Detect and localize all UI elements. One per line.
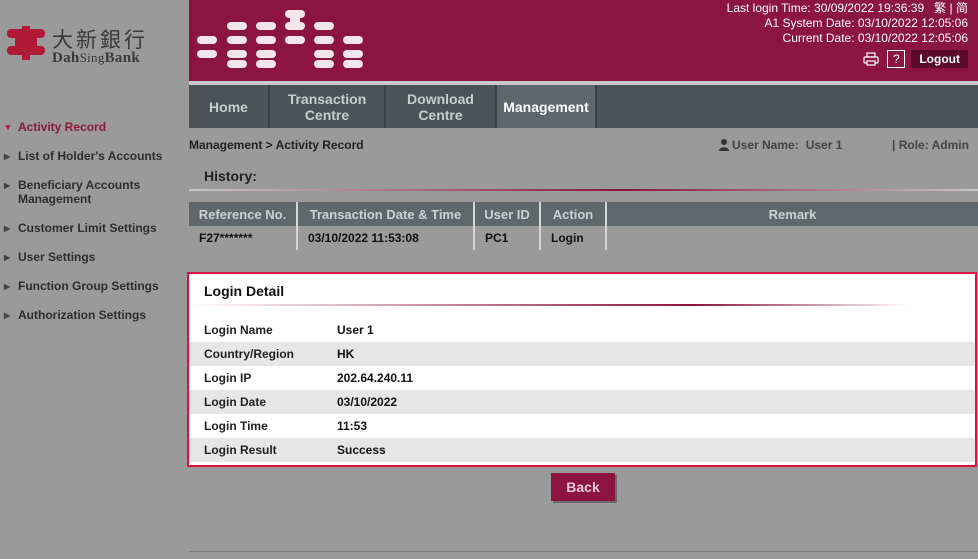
sidebar-item-label: User Settings bbox=[18, 250, 96, 264]
triangle-right-icon: ▶ bbox=[4, 181, 11, 190]
column-header: User ID bbox=[475, 202, 541, 226]
detail-value: User 1 bbox=[337, 323, 374, 337]
dahsing-bank-logo[interactable]: 大新銀行 DahSingBank bbox=[4, 24, 164, 66]
detail-label: Login IP bbox=[204, 371, 252, 385]
detail-label: Login Date bbox=[204, 395, 266, 409]
current-date: Current Date: 03/10/2022 12:05:06 bbox=[782, 31, 968, 45]
print-button[interactable] bbox=[861, 50, 881, 68]
tab-management[interactable]: Management bbox=[497, 85, 597, 128]
sidebar: 大新銀行 DahSingBank ▼ Activity Record ▶ Lis… bbox=[0, 0, 189, 559]
header-banner: Last login Time: 30/09/2022 19:36:39 繁 |… bbox=[189, 0, 978, 81]
column-header: Action bbox=[541, 202, 607, 226]
logout-button[interactable]: Logout bbox=[911, 50, 968, 68]
detail-value: Success bbox=[337, 443, 386, 457]
user-name-label: User Name: bbox=[732, 138, 799, 152]
sidebar-item-function-group[interactable]: ▶ Function Group Settings bbox=[0, 279, 189, 293]
header-tools: ? Logout bbox=[861, 50, 968, 68]
decorative-pattern-icon bbox=[197, 10, 363, 68]
detail-row-login-time: Login Time 11:53 bbox=[189, 414, 975, 438]
user-id-cell: PC1 bbox=[475, 226, 541, 250]
user-name-value: User 1 bbox=[805, 138, 843, 152]
detail-label: Login Result bbox=[204, 443, 277, 457]
tab-home[interactable]: Home bbox=[189, 85, 270, 128]
history-title: History: bbox=[204, 168, 257, 184]
top-navigation: Home Transaction Centre Download Centre … bbox=[189, 85, 978, 128]
sidebar-item-label: Authorization Settings bbox=[18, 308, 146, 322]
tab-download-centre[interactable]: Download Centre bbox=[386, 85, 497, 128]
brand-name-part: Bank bbox=[104, 50, 141, 66]
detail-value: HK bbox=[337, 347, 355, 361]
session-info: Last login Time: 30/09/2022 19:36:39 繁 |… bbox=[727, 1, 968, 46]
lang-simplified-link[interactable]: 简 bbox=[956, 1, 968, 15]
triangle-right-icon: ▶ bbox=[4, 224, 11, 233]
column-header: Remark bbox=[607, 202, 978, 226]
triangle-right-icon: ▶ bbox=[4, 253, 11, 262]
history-table: Reference No. Transaction Date & Time Us… bbox=[189, 202, 978, 250]
detail-value: 11:53 bbox=[337, 419, 368, 433]
tab-label: Management bbox=[503, 98, 589, 115]
lang-traditional-link[interactable]: 繁 bbox=[934, 1, 946, 15]
last-login-row: Last login Time: 30/09/2022 19:36:39 繁 |… bbox=[727, 1, 968, 16]
tab-transaction-centre[interactable]: Transaction Centre bbox=[270, 85, 386, 128]
user-info: User Name: User 1 bbox=[719, 138, 842, 152]
sidebar-item-label: Activity Record bbox=[18, 120, 107, 134]
column-header: Reference No. bbox=[189, 202, 298, 226]
detail-label: Login Time bbox=[204, 419, 268, 433]
print-icon bbox=[863, 52, 879, 66]
detail-label: Login Name bbox=[204, 323, 273, 337]
brand-name-part: Sing bbox=[79, 50, 105, 65]
transaction-datetime-cell: 03/10/2022 11:53:08 bbox=[298, 226, 475, 250]
sidebar-item-user-settings[interactable]: ▶ User Settings bbox=[0, 250, 189, 264]
detail-label: Country/Region bbox=[204, 347, 294, 361]
login-detail-divider bbox=[189, 304, 909, 306]
detail-row-login-ip: Login IP 202.64.240.11 bbox=[189, 366, 975, 390]
tab-label: Home bbox=[209, 98, 248, 115]
system-date: A1 System Date: 03/10/2022 12:05:06 bbox=[764, 16, 968, 30]
login-detail-panel: Login Detail Login Name User 1 Country/R… bbox=[187, 272, 977, 467]
sidebar-item-label: Function Group Settings bbox=[18, 279, 159, 293]
detail-row-login-name: Login Name User 1 bbox=[189, 318, 975, 342]
action-cell: Login bbox=[541, 226, 607, 250]
sidebar-item-label: Customer Limit Settings bbox=[18, 221, 157, 235]
column-header: Transaction Date & Time bbox=[298, 202, 475, 226]
sidebar-item-holder-accounts[interactable]: ▶ List of Holder's Accounts bbox=[0, 149, 189, 163]
tab-label: Download Centre bbox=[407, 90, 474, 123]
history-divider bbox=[189, 189, 978, 191]
brand-name-part: Dah bbox=[52, 50, 80, 66]
triangle-down-icon: ▼ bbox=[4, 123, 12, 132]
table-row[interactable]: F27******* 03/10/2022 11:53:08 PC1 Login bbox=[189, 226, 978, 250]
detail-row-country-region: Country/Region HK bbox=[189, 342, 975, 366]
triangle-right-icon: ▶ bbox=[4, 311, 11, 320]
lang-separator: | bbox=[949, 1, 953, 15]
sidebar-item-label: List of Holder's Accounts bbox=[18, 149, 163, 163]
triangle-right-icon: ▶ bbox=[4, 152, 11, 161]
footer-divider bbox=[189, 551, 978, 552]
sidebar-item-label: Beneficiary Accounts Management bbox=[18, 178, 141, 206]
role-info: | Role: Admin bbox=[892, 138, 969, 152]
help-button[interactable]: ? bbox=[887, 50, 906, 68]
brand-name-english: DahSingBank bbox=[52, 50, 140, 67]
sidebar-item-authorization[interactable]: ▶ Authorization Settings bbox=[0, 308, 189, 322]
user-icon bbox=[719, 139, 729, 151]
detail-row-login-date: Login Date 03/10/2022 bbox=[189, 390, 975, 414]
detail-row-login-result: Login Result Success bbox=[189, 438, 975, 462]
sidebar-nav: ▼ Activity Record ▶ List of Holder's Acc… bbox=[0, 119, 189, 322]
sidebar-item-beneficiary-accounts[interactable]: ▶ Beneficiary Accounts Management bbox=[0, 178, 189, 206]
remark-cell bbox=[607, 226, 978, 250]
detail-value: 03/10/2022 bbox=[337, 395, 398, 409]
login-detail-list: Login Name User 1 Country/Region HK Logi… bbox=[189, 318, 975, 462]
table-header-row: Reference No. Transaction Date & Time Us… bbox=[189, 202, 978, 226]
detail-value: 202.64.240.11 bbox=[337, 371, 414, 385]
reference-number-cell: F27******* bbox=[189, 226, 298, 250]
breadcrumb: Management > Activity Record bbox=[189, 138, 364, 152]
sidebar-item-activity-record[interactable]: ▼ Activity Record bbox=[0, 120, 189, 134]
dahsing-emblem-icon bbox=[7, 26, 45, 60]
tab-label: Transaction Centre bbox=[287, 90, 367, 123]
back-button[interactable]: Back bbox=[551, 473, 615, 501]
triangle-right-icon: ▶ bbox=[4, 282, 11, 291]
login-detail-title: Login Detail bbox=[204, 283, 285, 299]
sidebar-item-customer-limit[interactable]: ▶ Customer Limit Settings bbox=[0, 221, 189, 235]
last-login-time: Last login Time: 30/09/2022 19:36:39 bbox=[726, 1, 925, 15]
